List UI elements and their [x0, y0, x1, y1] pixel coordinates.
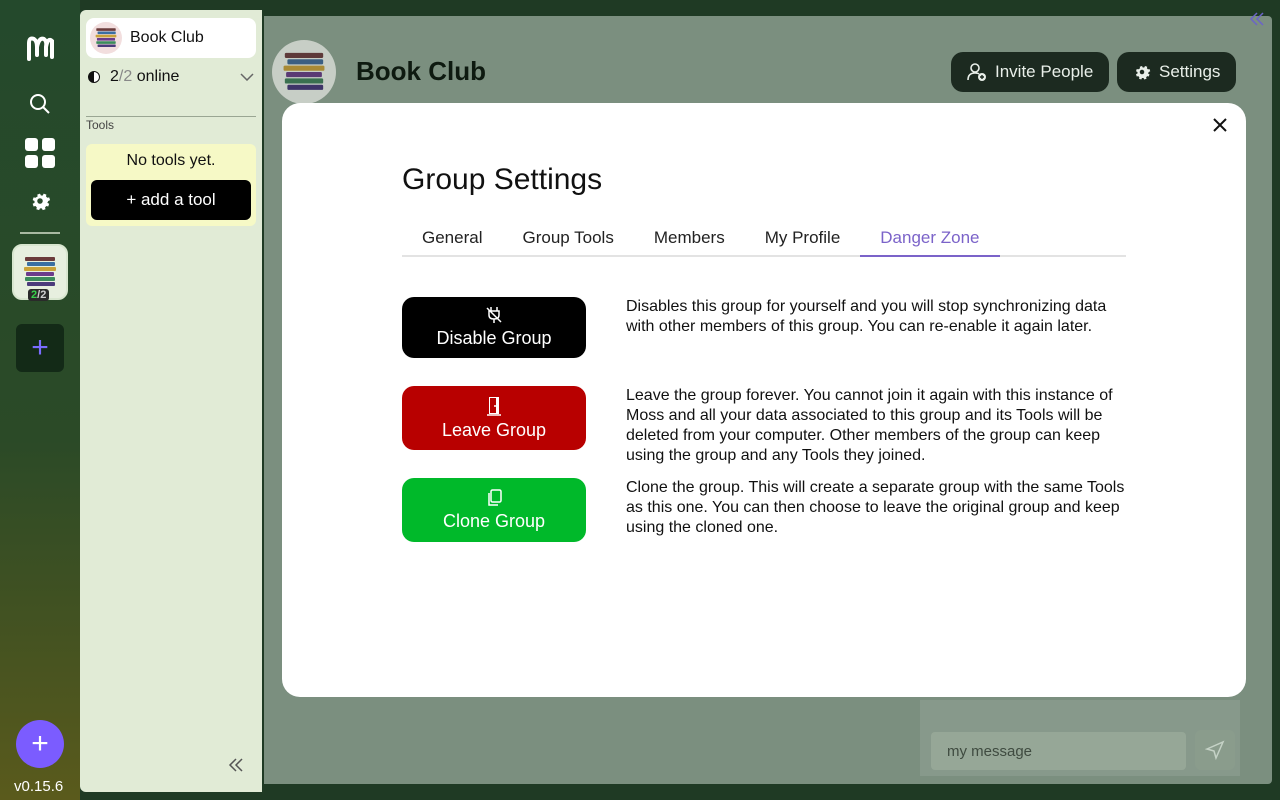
tab-danger-zone[interactable]: Danger Zone: [860, 221, 1000, 257]
disable-group-label: Disable Group: [436, 328, 552, 348]
group-header-avatar: [272, 40, 336, 104]
plus-icon: +: [31, 727, 49, 760]
clone-group-label: Clone Group: [442, 510, 546, 531]
invite-label: Invite People: [995, 62, 1094, 81]
page-title: Book Club: [356, 56, 486, 86]
online-label: online: [136, 68, 180, 85]
collapse-panel-icon[interactable]: [1249, 12, 1264, 31]
tab-group-tools[interactable]: Group Tools: [502, 221, 633, 255]
tools-panel: No tools yet. + add a tool: [86, 144, 256, 226]
no-tools-text: No tools yet.: [126, 152, 216, 169]
plug-off-icon: [486, 307, 502, 323]
collapse-sidebar-icon[interactable]: [228, 756, 244, 779]
rail-divider: [20, 232, 60, 234]
plus-icon: +: [31, 331, 49, 364]
group-title-button[interactable]: Book Club: [86, 18, 256, 58]
invite-people-button[interactable]: Invite People: [951, 52, 1110, 92]
online-members-toggle[interactable]: 2/2 online: [88, 68, 254, 86]
group-name: Book Club: [130, 29, 204, 46]
books-icon: [283, 52, 325, 90]
send-button[interactable]: [1195, 730, 1235, 770]
total-count: 2: [40, 289, 47, 301]
apps-grid-icon[interactable]: [16, 129, 64, 177]
door-exit-icon: [487, 396, 501, 416]
gear-icon[interactable]: [16, 177, 64, 225]
add-tool-button[interactable]: + add a tool: [91, 180, 251, 220]
sidebar-divider: [86, 116, 256, 117]
search-icon[interactable]: [16, 80, 64, 128]
group-online-badge: 2/2: [28, 289, 50, 301]
moss-logo-icon[interactable]: [16, 24, 64, 72]
settings-tabs: General Group Tools Members My Profile D…: [402, 221, 1126, 257]
dialog-title: Group Settings: [402, 163, 603, 196]
person-add-icon: [967, 63, 986, 81]
group-mini-avatar: [90, 22, 122, 54]
half-circle-icon: [88, 71, 100, 83]
clone-group-button[interactable]: Clone Group: [402, 478, 586, 542]
group-settings-dialog: Group Settings General Group Tools Membe…: [282, 103, 1246, 697]
app-rail: 2/2 + + v0.15.6: [0, 0, 80, 800]
message-input[interactable]: my message: [931, 732, 1186, 770]
chevron-down-icon: [240, 68, 254, 86]
leave-group-description: Leave the group forever. You cannot join…: [626, 387, 1113, 464]
leave-group-label: Leave Group: [441, 419, 547, 440]
gear-icon: [1136, 66, 1151, 80]
books-icon: [95, 28, 117, 48]
settings-button[interactable]: Settings: [1117, 52, 1237, 92]
disable-group-button[interactable]: Disable Group: [402, 297, 586, 358]
online-count: 2: [110, 68, 119, 85]
tab-members[interactable]: Members: [634, 221, 745, 255]
books-icon: [24, 257, 56, 286]
tab-my-profile[interactable]: My Profile: [745, 221, 861, 255]
close-icon: [1213, 118, 1227, 132]
settings-label: Settings: [1159, 62, 1221, 81]
copy-icon: [488, 488, 502, 506]
add-group-button[interactable]: +: [16, 324, 64, 372]
total-count: 2: [123, 68, 133, 85]
clone-group-description: Clone the group. This will create a sepa…: [626, 479, 1125, 536]
group-sidebar: Book Club 2/2 online Tools No tools yet.…: [80, 10, 262, 792]
add-fab-button[interactable]: +: [16, 720, 64, 768]
app-version: v0.15.6: [14, 778, 64, 795]
tab-general[interactable]: General: [402, 221, 502, 255]
send-icon: [1205, 740, 1225, 760]
leave-group-button[interactable]: Leave Group: [402, 386, 586, 450]
tools-label: Tools: [86, 118, 115, 132]
close-button[interactable]: [1212, 113, 1228, 139]
disable-group-description: Disables this group for yourself and you…: [626, 298, 1107, 335]
